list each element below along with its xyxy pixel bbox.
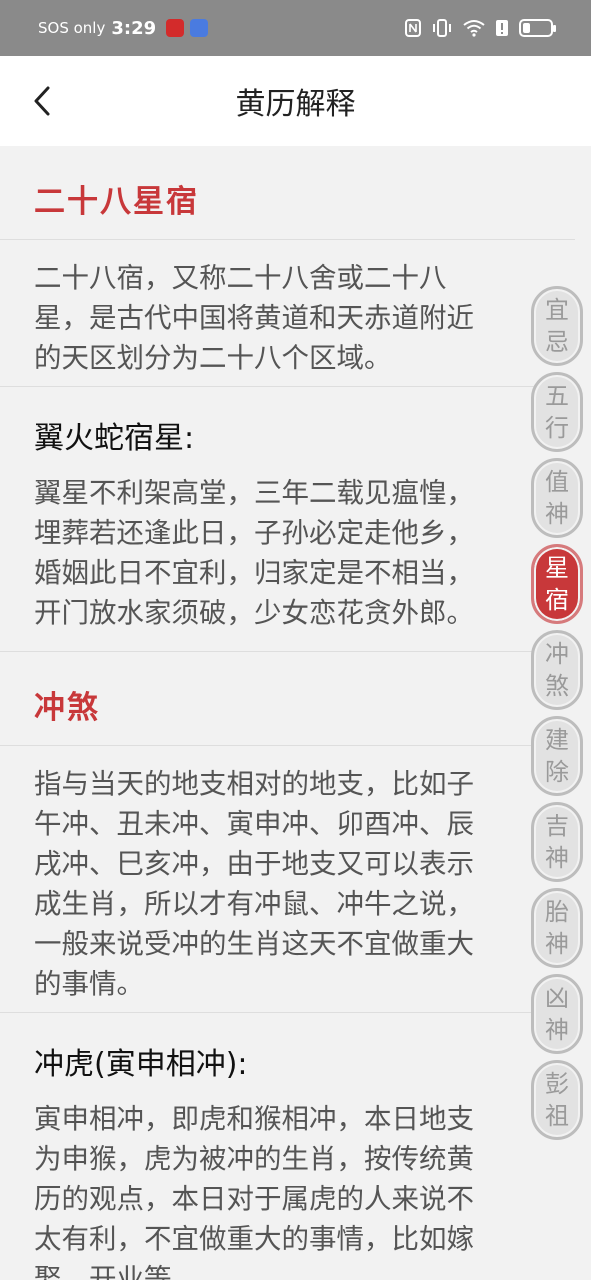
side-nav-label: 吉神 [545,812,569,872]
side-nav-item-yiji[interactable]: 宜忌 [531,286,583,366]
side-nav-item-pengzu[interactable]: 彭祖 [531,1060,583,1140]
vibrate-icon [433,19,451,37]
entry-text: 翼星不利架高堂，三年二载见瘟惶，埋葬若还逢此日，子孙必定走他乡，婚姻此日不宜利，… [34,477,474,629]
entry-title: 翼火蛇宿星: [34,421,195,456]
side-nav-label: 宜忌 [545,296,569,356]
alert-icon [496,20,508,36]
section-title: 冲煞 [34,690,100,726]
side-nav-label: 彭祖 [545,1070,569,1130]
side-nav-label: 五行 [545,382,569,442]
side-nav-item-zhishen[interactable]: 值神 [531,458,583,538]
section-description: 指与当天的地支相对的地支，比如子午冲、丑未冲、寅申冲、卯酉冲、辰戌冲、巳亥冲，由… [34,768,474,1000]
section-title: 二十八星宿 [34,184,199,220]
status-bar: SOS only 3:29 [0,0,591,56]
app-notification-icon [166,19,185,37]
app-notification-icon [190,19,209,37]
side-nav: 宜忌 五行 值神 星宿 冲煞 建除 吉神 胎神 凶神 彭祖 [531,286,585,1146]
side-nav-label: 冲煞 [545,640,569,700]
side-nav-item-xingxiu[interactable]: 星宿 [531,544,583,624]
chevron-left-icon [34,86,50,116]
carrier-text: SOS only [38,19,106,37]
back-button[interactable] [22,78,62,124]
section-chongsha: 冲煞 指与当天的地支相对的地支，比如子午冲、丑未冲、寅申冲、卯酉冲、辰戌冲、巳亥… [0,652,591,1280]
section-description: 二十八宿，又称二十八舍或二十八星，是古代中国将黄道和天赤道附近的天区划分为二十八… [34,262,474,374]
side-nav-label: 星宿 [545,554,569,614]
status-bar-right [405,19,556,37]
side-nav-item-wuxing[interactable]: 五行 [531,372,583,452]
side-nav-item-jianchu[interactable]: 建除 [531,716,583,796]
side-nav-item-jishen[interactable]: 吉神 [531,802,583,882]
side-nav-item-chongsha[interactable]: 冲煞 [531,630,583,710]
page-title: 黄历解释 [235,87,356,122]
clock: 3:29 [111,17,157,39]
entry-text: 寅申相冲，即虎和猴相冲，本日地支为申猴，虎为被冲的生肖，按传统黄历的观点，本日对… [34,1103,474,1280]
app-header: 黄历解释 [0,56,591,146]
side-nav-item-taishen[interactable]: 胎神 [531,888,583,968]
side-nav-label: 建除 [545,726,569,786]
section-xingxiu: 二十八星宿 二十八宿，又称二十八舍或二十八星，是古代中国将黄道和天赤道附近的天区… [0,146,591,652]
side-nav-label: 胎神 [545,898,569,958]
entry-title: 冲虎(寅申相冲): [34,1047,248,1082]
side-nav-label: 值神 [545,468,569,528]
side-nav-label: 凶神 [545,984,569,1044]
battery-icon [519,19,556,37]
side-nav-item-xiongshen[interactable]: 凶神 [531,974,583,1054]
wifi-icon [463,20,485,37]
main-content[interactable]: 二十八星宿 二十八宿，又称二十八舍或二十八星，是古代中国将黄道和天赤道附近的天区… [0,146,591,1280]
status-bar-left: SOS only 3:29 [38,17,209,39]
nfc-icon [405,19,421,37]
